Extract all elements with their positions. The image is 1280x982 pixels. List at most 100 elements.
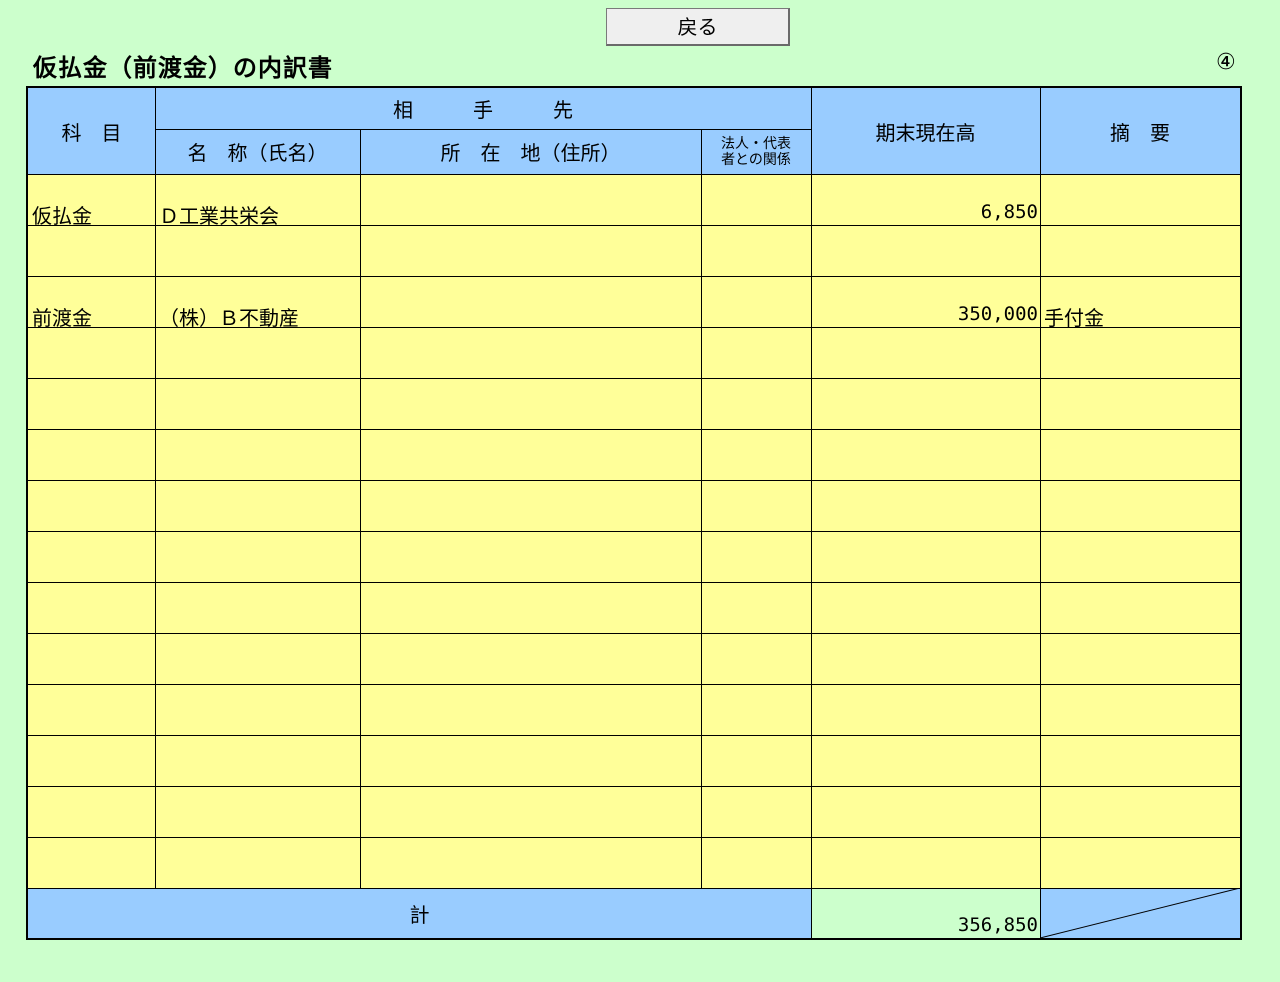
- cell-balance[interactable]: [811, 429, 1040, 480]
- grid-line: [28, 582, 1240, 583]
- cell-balance[interactable]: [811, 786, 1040, 837]
- cell-relation[interactable]: [701, 735, 811, 786]
- table-border-right: [1240, 86, 1242, 940]
- cell-subject[interactable]: [28, 582, 155, 633]
- cell-relation[interactable]: [701, 378, 811, 429]
- cell-remarks[interactable]: [1040, 633, 1240, 684]
- cell-relation[interactable]: [701, 429, 811, 480]
- cell-name[interactable]: [155, 735, 360, 786]
- cell-subject[interactable]: 前渡金: [28, 276, 155, 327]
- cell-name[interactable]: [155, 837, 360, 888]
- cell-balance[interactable]: [811, 633, 1040, 684]
- grid-line: [28, 633, 1240, 634]
- cell-address[interactable]: [360, 327, 701, 378]
- cell-remarks[interactable]: [1040, 684, 1240, 735]
- cell-remarks[interactable]: [1040, 735, 1240, 786]
- cell-address[interactable]: [360, 225, 701, 276]
- cell-name[interactable]: [155, 327, 360, 378]
- cell-relation[interactable]: [701, 786, 811, 837]
- table-border-top: [26, 86, 1242, 88]
- grid-line: [28, 276, 1240, 277]
- cell-relation[interactable]: [701, 633, 811, 684]
- back-button[interactable]: 戻る: [606, 8, 790, 46]
- cell-balance[interactable]: 350,000: [811, 276, 1040, 327]
- cell-remarks[interactable]: 手付金: [1040, 276, 1240, 327]
- cell-address[interactable]: [360, 378, 701, 429]
- page-title: 仮払金（前渡金）の内訳書: [33, 54, 333, 82]
- cell-remarks[interactable]: [1040, 378, 1240, 429]
- cell-subject[interactable]: [28, 225, 155, 276]
- cell-balance[interactable]: [811, 735, 1040, 786]
- cell-name[interactable]: [155, 378, 360, 429]
- grid-line: [28, 225, 1240, 226]
- cell-remarks[interactable]: [1040, 837, 1240, 888]
- grid-line: [28, 480, 1240, 481]
- cell-address[interactable]: [360, 480, 701, 531]
- grid-line: [1040, 88, 1041, 938]
- cell-remarks[interactable]: [1040, 531, 1240, 582]
- grid-line: [155, 88, 156, 888]
- cell-address[interactable]: [360, 633, 701, 684]
- cell-name[interactable]: [155, 225, 360, 276]
- cell-subject[interactable]: [28, 429, 155, 480]
- cell-balance[interactable]: [811, 582, 1040, 633]
- cell-relation[interactable]: [701, 327, 811, 378]
- cell-subject[interactable]: [28, 327, 155, 378]
- cell-remarks[interactable]: [1040, 174, 1240, 225]
- cell-relation[interactable]: [701, 225, 811, 276]
- cell-relation[interactable]: [701, 480, 811, 531]
- cell-remarks[interactable]: [1040, 582, 1240, 633]
- cell-name[interactable]: [155, 480, 360, 531]
- cell-relation[interactable]: [701, 837, 811, 888]
- cell-name[interactable]: [155, 429, 360, 480]
- cell-subject[interactable]: [28, 531, 155, 582]
- cell-subject[interactable]: 仮払金: [28, 174, 155, 225]
- grid-line: [28, 888, 1240, 889]
- cell-relation[interactable]: [701, 531, 811, 582]
- cell-remarks[interactable]: [1040, 327, 1240, 378]
- cell-relation[interactable]: [701, 582, 811, 633]
- cell-name[interactable]: [155, 786, 360, 837]
- cell-balance[interactable]: [811, 378, 1040, 429]
- cell-name[interactable]: Ｄ工業共栄会: [155, 174, 360, 225]
- cell-balance[interactable]: [811, 837, 1040, 888]
- cell-name[interactable]: [155, 582, 360, 633]
- cell-balance[interactable]: [811, 327, 1040, 378]
- cell-name[interactable]: [155, 531, 360, 582]
- diagonal-strike: [1040, 888, 1240, 938]
- cell-address[interactable]: [360, 531, 701, 582]
- cell-subject[interactable]: [28, 684, 155, 735]
- grid-line: [28, 837, 1240, 838]
- cell-subject[interactable]: [28, 633, 155, 684]
- cell-remarks[interactable]: [1040, 225, 1240, 276]
- cell-address[interactable]: [360, 276, 701, 327]
- cell-relation[interactable]: [701, 276, 811, 327]
- cell-subject[interactable]: [28, 480, 155, 531]
- cell-name[interactable]: [155, 633, 360, 684]
- cell-balance[interactable]: [811, 480, 1040, 531]
- cell-address[interactable]: [360, 786, 701, 837]
- cell-balance[interactable]: 6,850: [811, 174, 1040, 225]
- cell-balance[interactable]: [811, 225, 1040, 276]
- cell-subject[interactable]: [28, 378, 155, 429]
- cell-remarks[interactable]: [1040, 786, 1240, 837]
- cell-name[interactable]: （株）Ｂ不動産: [155, 276, 360, 327]
- grid-line: [28, 174, 1240, 175]
- cell-address[interactable]: [360, 837, 701, 888]
- grid-line: [28, 378, 1240, 379]
- cell-address[interactable]: [360, 582, 701, 633]
- cell-balance[interactable]: [811, 684, 1040, 735]
- cell-subject[interactable]: [28, 786, 155, 837]
- cell-address[interactable]: [360, 735, 701, 786]
- cell-balance[interactable]: [811, 531, 1040, 582]
- cell-address[interactable]: [360, 174, 701, 225]
- cell-address[interactable]: [360, 684, 701, 735]
- cell-subject[interactable]: [28, 837, 155, 888]
- cell-address[interactable]: [360, 429, 701, 480]
- cell-relation[interactable]: [701, 684, 811, 735]
- cell-remarks[interactable]: [1040, 429, 1240, 480]
- cell-name[interactable]: [155, 684, 360, 735]
- cell-relation[interactable]: [701, 174, 811, 225]
- cell-subject[interactable]: [28, 735, 155, 786]
- cell-remarks[interactable]: [1040, 480, 1240, 531]
